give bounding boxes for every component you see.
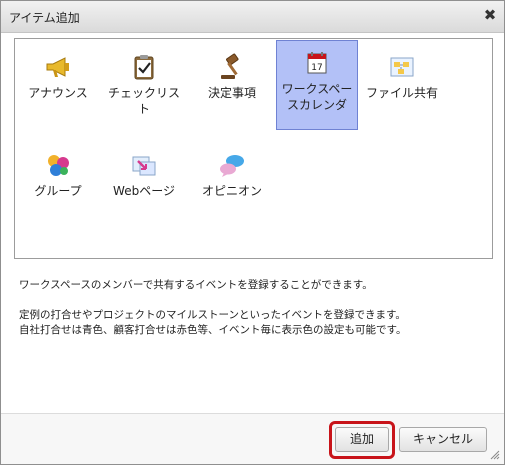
item-announce[interactable]: アナウンス (19, 45, 97, 101)
clipboard-check-icon (134, 55, 154, 80)
cancel-button[interactable]: キャンセル (399, 427, 487, 452)
item-checklist[interactable]: チェックリスト (105, 45, 183, 117)
item-label: アナウンス (28, 86, 88, 100)
description-line: ワークスペースのメンバーで共有するイベントを登録することができます。 (19, 279, 373, 291)
item-webpage[interactable]: Webページ (105, 143, 183, 199)
item-label: ワークスペースカレンダ (281, 82, 353, 112)
dialog-footer: 追加 キャンセル (1, 414, 504, 464)
add-item-dialog: アイテム追加 ✖ アナウンス チェックリスト 決定事項 17 ワークスペースカレ… (0, 0, 505, 465)
item-label: Webページ (113, 184, 175, 198)
dialog-titlebar[interactable]: アイテム追加 ✖ (1, 1, 504, 33)
group-bubbles-icon (48, 155, 69, 176)
item-opinion[interactable]: オピニオン (193, 143, 271, 199)
item-label: 決定事項 (207, 86, 256, 100)
item-decision[interactable]: 決定事項 (193, 45, 271, 101)
item-label: グループ (34, 184, 82, 198)
add-button[interactable]: 追加 (335, 427, 389, 452)
dialog-title: アイテム追加 (9, 11, 80, 25)
resize-grip-icon[interactable] (490, 450, 500, 460)
close-icon[interactable]: ✖ (482, 7, 498, 23)
item-description: ワークスペースのメンバーで共有するイベントを登録することができます。 定例の打合… (19, 278, 489, 338)
description-line: 自社打合せは青色、顧客打合せは赤色等、イベント毎に表示色の設定も可能です。 (19, 324, 407, 336)
file-share-icon (390, 57, 414, 77)
item-workspace-calendar[interactable]: 17 ワークスペースカレンダ (276, 40, 358, 130)
description-line: 定例の打合せやプロジェクトのマイルストーンといったイベントを登録できます。 (19, 309, 406, 321)
item-file-share[interactable]: ファイル共有 (363, 45, 441, 101)
calendar-icon: 17 (307, 52, 327, 74)
item-label: チェックリスト (107, 86, 180, 116)
item-label: ファイル共有 (365, 86, 438, 100)
item-type-panel: アナウンス チェックリスト 決定事項 17 ワークスペースカレンダ ファイル共有… (14, 38, 493, 259)
svg-text:17: 17 (311, 63, 322, 73)
webpage-icon (132, 156, 156, 176)
gavel-icon (221, 53, 239, 79)
item-group[interactable]: グループ (19, 143, 97, 199)
megaphone-icon (46, 57, 69, 77)
speech-bubbles-icon (220, 155, 244, 177)
item-label: オピニオン (201, 184, 262, 198)
